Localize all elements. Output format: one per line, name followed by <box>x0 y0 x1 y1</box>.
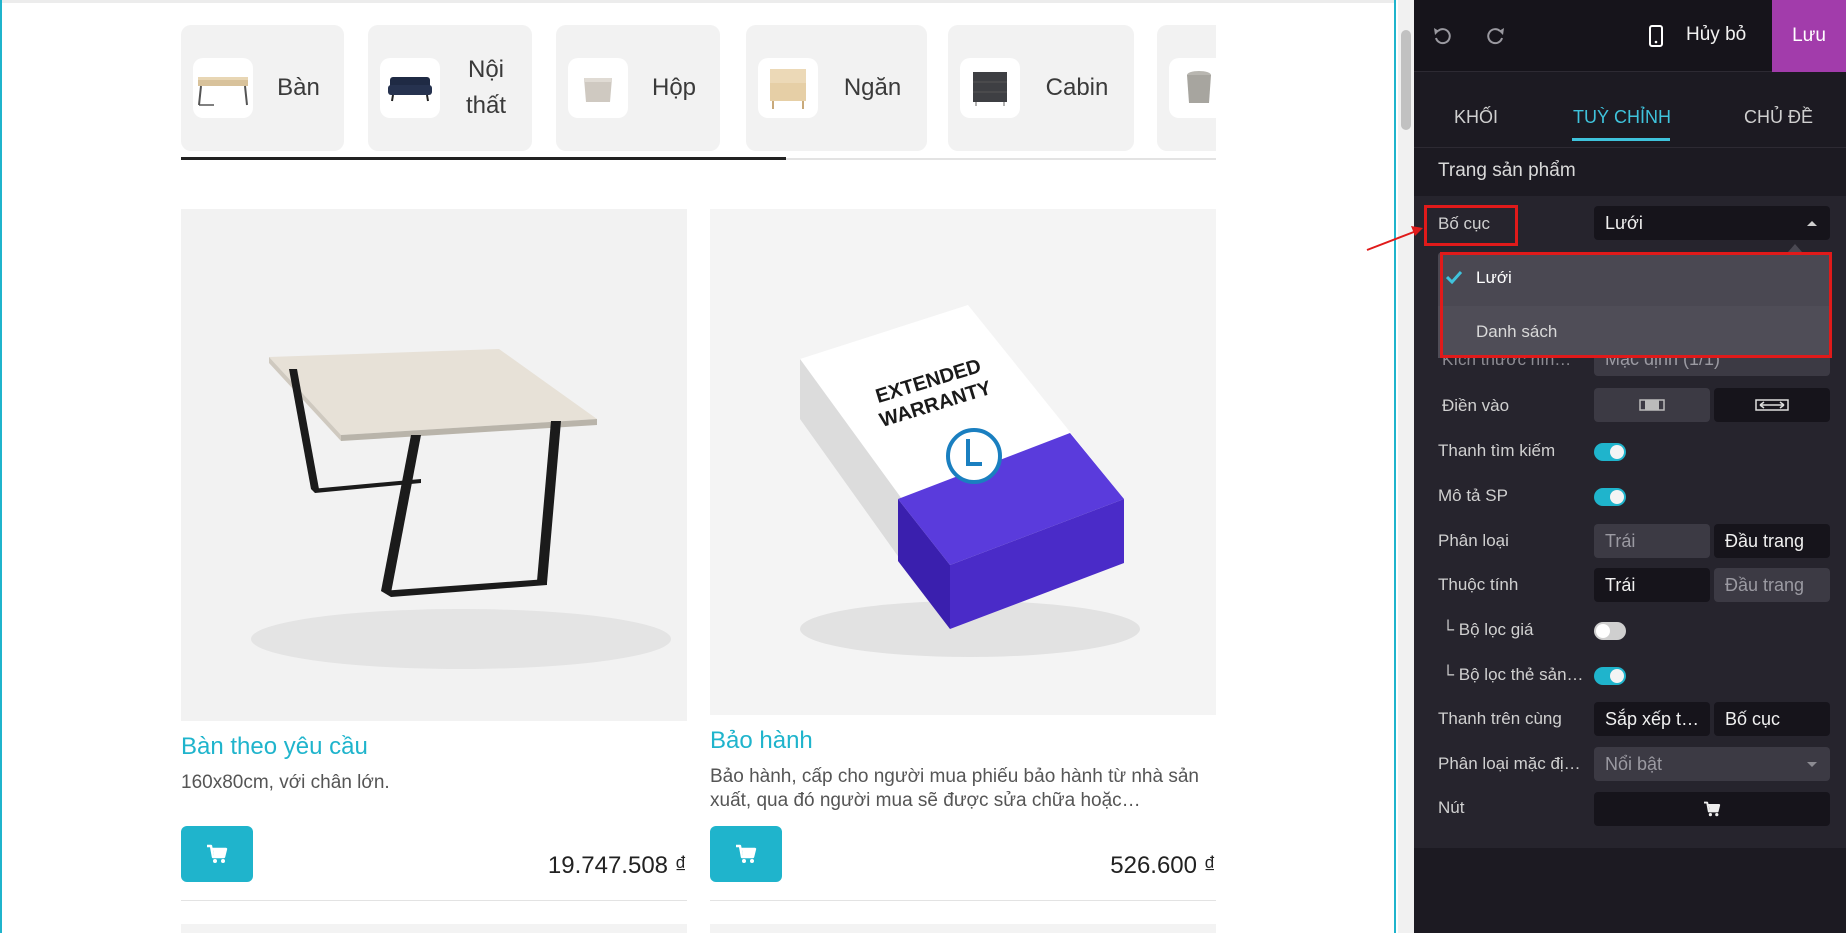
product-title[interactable]: Bảo hành <box>710 727 1216 755</box>
button-style-option[interactable] <box>1594 792 1830 826</box>
table-image[interactable] <box>181 209 687 721</box>
card-divider <box>710 900 1216 901</box>
category-label: Cabin <box>1045 74 1109 101</box>
product-price: 526.600 ₫ <box>1110 852 1216 879</box>
categories-label: Phân loại <box>1438 531 1509 550</box>
product-description: Bảo hành, cấp cho người mua phiếu bảo hà… <box>710 766 1199 811</box>
product-card[interactable]: EXTENDED WARRANTY Bảo hành Bảo hành, cấp… <box>710 209 1216 813</box>
drawer-thumbnail-icon <box>758 58 818 118</box>
tab-customize[interactable]: TUỲ CHỈNH <box>1573 107 1671 128</box>
add-to-cart-button[interactable] <box>710 826 782 882</box>
section-title: Trang sản phẩm <box>1438 160 1576 181</box>
layout-select[interactable]: Lưới <box>1594 206 1830 240</box>
bin-thumbnail-icon <box>1169 58 1216 118</box>
product-card-next <box>710 924 1216 933</box>
category-card[interactable]: Bàn <box>181 25 344 151</box>
caret-up-icon <box>1807 221 1817 226</box>
default-sort-value: Nổi bật <box>1605 753 1663 774</box>
category-label: Bàn <box>277 74 320 101</box>
highlight-layout-menu <box>1440 252 1832 358</box>
box-thumbnail-icon <box>568 58 628 118</box>
search-bar-label: Thanh tìm kiếm <box>1438 441 1556 460</box>
default-sort-label: Phân loại mặc đị… <box>1438 754 1581 773</box>
cabinet-thumbnail-icon <box>960 58 1020 118</box>
price-filter-label: └ Bộ lọc giá <box>1442 620 1534 639</box>
fill-option-cover[interactable] <box>1714 388 1830 422</box>
sofa-thumbnail-icon <box>380 58 440 118</box>
category-label: Hộp <box>651 74 697 101</box>
tab-blocks[interactable]: KHỐI <box>1454 107 1498 128</box>
undo-icon[interactable] <box>1428 22 1456 50</box>
top-bar-sort-option[interactable]: Sắp xếp t… <box>1594 702 1710 736</box>
annotation-arrow-icon <box>1366 226 1423 251</box>
category-card[interactable]: Ngăn <box>746 25 927 151</box>
highlight-layout-label <box>1424 205 1518 246</box>
toggle-knob <box>1596 624 1610 638</box>
editor-panel: Hủy bỏ Lưu KHỐI TUỲ CHỈNH CHỦ ĐỀ Trang s… <box>1414 0 1846 933</box>
category-card[interactable]: Cabin <box>948 25 1134 151</box>
tag-filter-label: └ Bộ lọc thẻ sản… <box>1442 665 1584 684</box>
toggle-knob <box>1610 669 1624 683</box>
attributes-label: Thuộc tính <box>1438 575 1519 594</box>
tag-filter-toggle[interactable] <box>1594 667 1626 685</box>
save-button[interactable]: Lưu <box>1772 0 1846 72</box>
editor-tabs: KHỐI TUỲ CHỈNH CHỦ ĐỀ <box>1414 72 1846 148</box>
cart-icon <box>736 844 757 863</box>
product-card-next <box>181 924 687 933</box>
desk-thumbnail-icon <box>193 58 253 118</box>
top-bar-label: Thanh trên cùng <box>1438 709 1562 728</box>
redo-icon[interactable] <box>1482 22 1510 50</box>
category-label: Nội thất <box>465 56 507 119</box>
active-tab-indicator <box>1572 138 1670 141</box>
carousel-scroll-thumb[interactable] <box>181 157 786 160</box>
top-bar-layout-option[interactable]: Bố cục <box>1714 702 1830 736</box>
category-carousel: Bàn Nội thất Hộp Ngăn Cabin <box>181 25 1216 151</box>
default-sort-select[interactable]: Nổi bật <box>1594 747 1830 781</box>
cart-icon <box>207 844 228 863</box>
categories-top-option[interactable]: Đầu trang <box>1714 524 1830 558</box>
fit-cover-icon <box>1755 399 1789 411</box>
product-title[interactable]: Bàn theo yêu cầu <box>181 733 687 761</box>
page-scrollbar[interactable] <box>1398 0 1414 933</box>
card-divider <box>181 900 687 901</box>
price-filter-toggle[interactable] <box>1594 622 1626 640</box>
caret-down-icon <box>1807 762 1817 767</box>
fill-label: Điền vào <box>1442 396 1510 415</box>
price-filter-text: Bộ lọc giá <box>1458 620 1534 639</box>
discard-button[interactable]: Hủy bỏ <box>1686 24 1746 46</box>
category-label: Ngăn <box>843 74 902 101</box>
mobile-preview-icon[interactable] <box>1642 22 1670 50</box>
dropdown-caret <box>1788 244 1802 252</box>
toggle-knob <box>1610 445 1624 459</box>
button-label: Nút <box>1438 798 1465 817</box>
search-bar-toggle[interactable] <box>1594 443 1626 461</box>
editor-toolbar: Hủy bỏ Lưu <box>1414 0 1846 72</box>
page-scroll-thumb[interactable] <box>1401 30 1411 130</box>
description-toggle[interactable] <box>1594 488 1626 506</box>
category-card[interactable]: Hộp <box>556 25 720 151</box>
categories-left-option[interactable]: Trái <box>1594 524 1710 558</box>
tag-filter-text: Bộ lọc thẻ sản… <box>1458 665 1584 684</box>
warranty-box-image[interactable]: EXTENDED WARRANTY <box>710 209 1216 715</box>
toggle-knob <box>1610 490 1624 504</box>
attributes-top-option[interactable]: Đầu trang <box>1714 568 1830 602</box>
product-description: 160x80cm, với chân lớn. <box>181 772 390 793</box>
category-card[interactable] <box>1157 25 1216 151</box>
attributes-left-option[interactable]: Trái <box>1594 568 1710 602</box>
layout-select-value: Lưới <box>1605 212 1643 233</box>
add-to-cart-button[interactable] <box>181 826 253 882</box>
category-card[interactable]: Nội thất <box>368 25 532 151</box>
description-label: Mô tả SP <box>1438 486 1508 505</box>
preview-top-border <box>2 0 1394 3</box>
fill-option-contain[interactable] <box>1594 388 1710 422</box>
cart-icon <box>1704 801 1721 817</box>
product-price: 19.747.508 ₫ <box>547 852 687 879</box>
tab-theme[interactable]: CHỦ ĐỀ <box>1744 107 1813 128</box>
fit-contain-icon <box>1639 399 1665 411</box>
product-card[interactable]: Bàn theo yêu cầu 160x80cm, với chân lớn. <box>181 209 687 795</box>
